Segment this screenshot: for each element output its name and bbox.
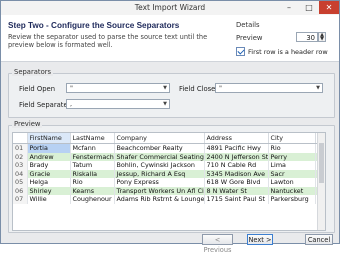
table-cell[interactable]: Shirley — [27, 186, 71, 195]
row-number: 04 — [13, 169, 28, 178]
step-description: Review the separator used to parse the s… — [8, 33, 208, 49]
table-row[interactable]: 02 Andrew Fenstermacher Shafer Commercia… — [13, 152, 325, 161]
close-button[interactable]: ✕ — [319, 1, 339, 14]
table-cell[interactable]: Portia — [27, 143, 71, 153]
table-cell[interactable]: Fenstermacher — [70, 152, 115, 161]
table-cell[interactable]: 2400 N Jefferson St — [204, 152, 269, 161]
table-cell[interactable]: Gracie — [27, 169, 71, 178]
table-cell[interactable]: Mcfann — [70, 143, 115, 153]
preview-grid[interactable]: FirstName LastName Company Address City … — [12, 132, 326, 231]
chevron-down-icon: ▼ — [163, 101, 167, 107]
table-cell[interactable]: Beachcomber Realty — [114, 143, 205, 153]
table-cell[interactable]: 8 N Water St — [204, 186, 269, 195]
table-cell[interactable]: Nantucket — [268, 186, 316, 195]
table-cell[interactable]: Willie — [27, 195, 71, 204]
table-cell[interactable]: Shafer Commercial Seating Inc — [114, 152, 205, 161]
vertical-scrollbar[interactable] — [317, 133, 325, 230]
text-import-wizard-window: Text Import Wizard – □ ✕ Step Two - Conf… — [0, 0, 340, 254]
cancel-button[interactable]: Cancel — [305, 234, 333, 245]
table-cell[interactable]: Tatum — [70, 161, 115, 170]
table-cell[interactable]: 1715 Saint Paul St — [204, 195, 269, 204]
table-cell[interactable]: Perry — [268, 152, 316, 161]
row-number-header — [13, 133, 28, 144]
table-cell[interactable]: Brady — [27, 161, 71, 170]
column-header[interactable]: LastName — [70, 133, 115, 144]
table-cell[interactable]: Helga — [27, 178, 71, 187]
preview-count-input[interactable]: 30 — [296, 32, 318, 42]
field-open-value: " — [70, 84, 73, 92]
field-close-value: " — [219, 84, 222, 92]
table-cell[interactable]: Kearns — [70, 186, 115, 195]
field-separate-combo[interactable]: , ▼ — [66, 99, 170, 109]
field-close-label: Field Close — [179, 85, 216, 93]
table-row[interactable]: 07 Willie Coughenour Adams Rib Rstrnt & … — [13, 195, 325, 204]
scrollbar-thumb[interactable] — [319, 143, 324, 183]
table-cell[interactable]: Pony Express — [114, 178, 205, 187]
table-cell[interactable]: Riskalla — [70, 169, 115, 178]
table-cell[interactable]: 5345 Madison Ave — [204, 169, 269, 178]
preview-count-label: Preview — [236, 34, 263, 42]
field-close-combo[interactable]: " ▼ — [215, 83, 323, 93]
table-row[interactable]: 01 Portia Mcfann Beachcomber Realty 4891… — [13, 143, 325, 153]
separators-group — [8, 73, 335, 118]
next-button[interactable]: Next > — [247, 234, 273, 245]
table-cell[interactable]: 4891 Pacific Hwy — [204, 143, 269, 153]
wizard-header: Step Two - Configure the Source Separato… — [1, 15, 339, 62]
row-number: 07 — [13, 195, 28, 204]
table-cell[interactable]: Transport Workers Un Afl Cio — [114, 186, 205, 195]
chevron-down-icon: ▼ — [316, 85, 320, 91]
minimize-button[interactable]: – — [279, 1, 299, 14]
maximize-button[interactable]: □ — [299, 1, 319, 14]
table-cell[interactable]: Lima — [268, 161, 316, 170]
step-title: Step Two - Configure the Source Separato… — [8, 21, 180, 30]
chevron-down-icon: ▼ — [163, 85, 167, 91]
table-row[interactable]: 05 Helga Rio Pony Express 618 W Gore Blv… — [13, 178, 325, 187]
first-row-header-checkbox[interactable] — [236, 47, 245, 56]
table-row[interactable]: 06 Shirley Kearns Transport Workers Un A… — [13, 186, 325, 195]
table-cell[interactable]: Rio — [268, 143, 316, 153]
field-separate-value: , — [70, 100, 73, 108]
row-number: 03 — [13, 161, 28, 170]
separators-group-label: Separators — [12, 68, 54, 76]
row-number: 06 — [13, 186, 28, 195]
table-cell[interactable]: Lawton — [268, 178, 316, 187]
field-separate-label: Field Separate — [19, 101, 68, 109]
table-cell[interactable]: Bohlin, Cywinski Jackson — [114, 161, 205, 170]
table-cell[interactable]: 710 N Cable Rd — [204, 161, 269, 170]
field-open-label: Field Open — [19, 85, 56, 93]
title-bar: Text Import Wizard – □ ✕ — [1, 1, 339, 16]
preview-count-spinner[interactable]: ▲ ▼ — [318, 32, 326, 42]
table-cell[interactable]: 618 W Gore Blvd — [204, 178, 269, 187]
details-label: Details — [236, 21, 260, 29]
table-row[interactable]: 04 Gracie Riskalla Jessup, Richard A Esq… — [13, 169, 325, 178]
preview-group-label: Preview — [12, 120, 43, 128]
table-cell[interactable]: Andrew — [27, 152, 71, 161]
preview-header-row: FirstName LastName Company Address City … — [13, 133, 325, 144]
row-number: 01 — [13, 143, 28, 153]
table-cell[interactable]: Jessup, Richard A Esq — [114, 169, 205, 178]
table-row[interactable]: 03 Brady Tatum Bohlin, Cywinski Jackson … — [13, 161, 325, 170]
table-cell[interactable]: Rio — [70, 178, 115, 187]
table-cell[interactable]: Sacr — [268, 169, 316, 178]
first-row-header-label: First row is a header row — [248, 48, 328, 56]
column-header[interactable]: City — [268, 133, 316, 144]
column-header[interactable]: Company — [114, 133, 205, 144]
table-cell[interactable]: Coughenour — [70, 195, 115, 204]
table-cell[interactable]: Adams Rib Rstrnt & Lounge — [114, 195, 205, 204]
column-header[interactable]: Address — [204, 133, 269, 144]
column-header[interactable]: FirstName — [27, 133, 71, 144]
previous-button[interactable]: < Previous — [202, 234, 233, 254]
table-cell[interactable]: Parkersburg — [268, 195, 316, 204]
details-panel: Details Preview 30 ▲ ▼ First row is a hea… — [234, 19, 334, 61]
field-open-combo[interactable]: " ▼ — [66, 83, 170, 93]
row-number: 02 — [13, 152, 28, 161]
row-number: 05 — [13, 178, 28, 187]
